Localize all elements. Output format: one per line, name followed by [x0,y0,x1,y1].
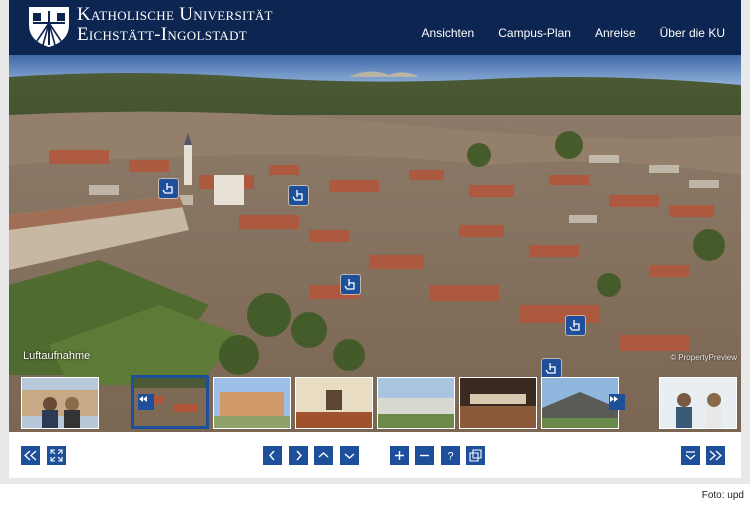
thumbnail-image [296,378,372,428]
thumbnail-prev-button[interactable] [138,394,154,410]
hand-pointer-icon [292,190,303,201]
hand-pointer-icon [344,279,355,290]
thumbnail-3[interactable] [213,377,291,429]
university-name-line2: Eichstätt-Ingolstadt [77,24,248,45]
pan-down-button[interactable] [340,446,359,465]
svg-text:?: ? [447,451,453,463]
university-name[interactable]: Katholische Universität Eichstätt-Ingols… [77,5,273,45]
university-name-line1: Katholische Universität [77,4,273,25]
thumbnail-image [214,378,290,428]
virtual-tour-window: Katholische Universität Eichstätt-Ingols… [0,0,750,484]
aerial-panorama-image [9,55,741,432]
arrow-right-icon [296,450,302,461]
window-mode-button[interactable] [466,446,485,465]
rewind-icon [139,396,147,402]
fullscreen-icon [50,449,63,462]
hotspot-5[interactable] [542,359,561,378]
main-nav: Ansichten Campus-Plan Anreise Über die K… [422,26,725,40]
thumbnail-image [22,378,98,428]
thumbnail-1[interactable] [21,377,99,429]
hotspot-4[interactable] [566,316,585,335]
arrow-down-icon [344,453,355,459]
thumbnail-2-active[interactable] [131,375,209,429]
pan-left-button[interactable] [263,446,282,465]
windows-icon [469,449,482,462]
plus-icon [395,451,404,460]
thumbnail-7[interactable] [541,377,619,429]
arrow-up-icon [318,452,329,458]
menu-down-icon [685,451,696,460]
thumbnail-strip [21,375,739,429]
fast-forward-icon [610,396,618,402]
site-header: Katholische Universität Eichstätt-Ingols… [9,0,741,55]
fast-forward-button[interactable] [706,446,725,465]
menu-toggle-button[interactable] [681,446,700,465]
thumbnail-image [542,378,618,428]
fast-forward-icon [709,450,722,461]
hotspot-3[interactable] [341,275,360,294]
arrow-left-icon [269,450,275,461]
hotspot-1[interactable] [159,179,178,198]
panorama-credit: © PropertyPreview [670,353,737,362]
panorama-viewport[interactable]: Luftaufnahme © PropertyPreview [9,55,741,432]
hand-pointer-icon [162,183,173,194]
pan-up-button[interactable] [314,446,333,465]
zoom-in-button[interactable] [390,446,409,465]
hotspot-2[interactable] [289,186,308,205]
hand-pointer-icon [545,363,556,374]
minus-icon [420,454,429,457]
thumbnail-image [660,378,736,428]
zoom-out-button[interactable] [415,446,434,465]
university-logo-icon [29,7,69,47]
rewind-button[interactable] [21,446,40,465]
thumbnail-6[interactable] [459,377,537,429]
thumbnail-4[interactable] [295,377,373,429]
hand-pointer-icon [569,320,580,331]
thumbnail-image [460,378,536,428]
nav-campus-plan[interactable]: Campus-Plan [498,26,571,40]
panorama-title: Luftaufnahme [23,350,91,362]
thumbnail-8[interactable] [659,377,737,429]
help-icon: ? [447,451,453,463]
photo-credit: Foto: upd [701,490,744,501]
thumbnail-next-button[interactable] [609,394,625,410]
nav-ansichten[interactable]: Ansichten [422,26,475,40]
fullscreen-button[interactable] [47,446,66,465]
thumbnail-5[interactable] [377,377,455,429]
help-button[interactable]: ? [441,446,460,465]
viewer-toolbar: ? [9,432,741,478]
nav-ueber-die-ku[interactable]: Über die KU [660,26,725,40]
rewind-icon [24,450,37,461]
thumbnail-image [378,378,454,428]
nav-anreise[interactable]: Anreise [595,26,636,40]
pan-right-button[interactable] [289,446,308,465]
